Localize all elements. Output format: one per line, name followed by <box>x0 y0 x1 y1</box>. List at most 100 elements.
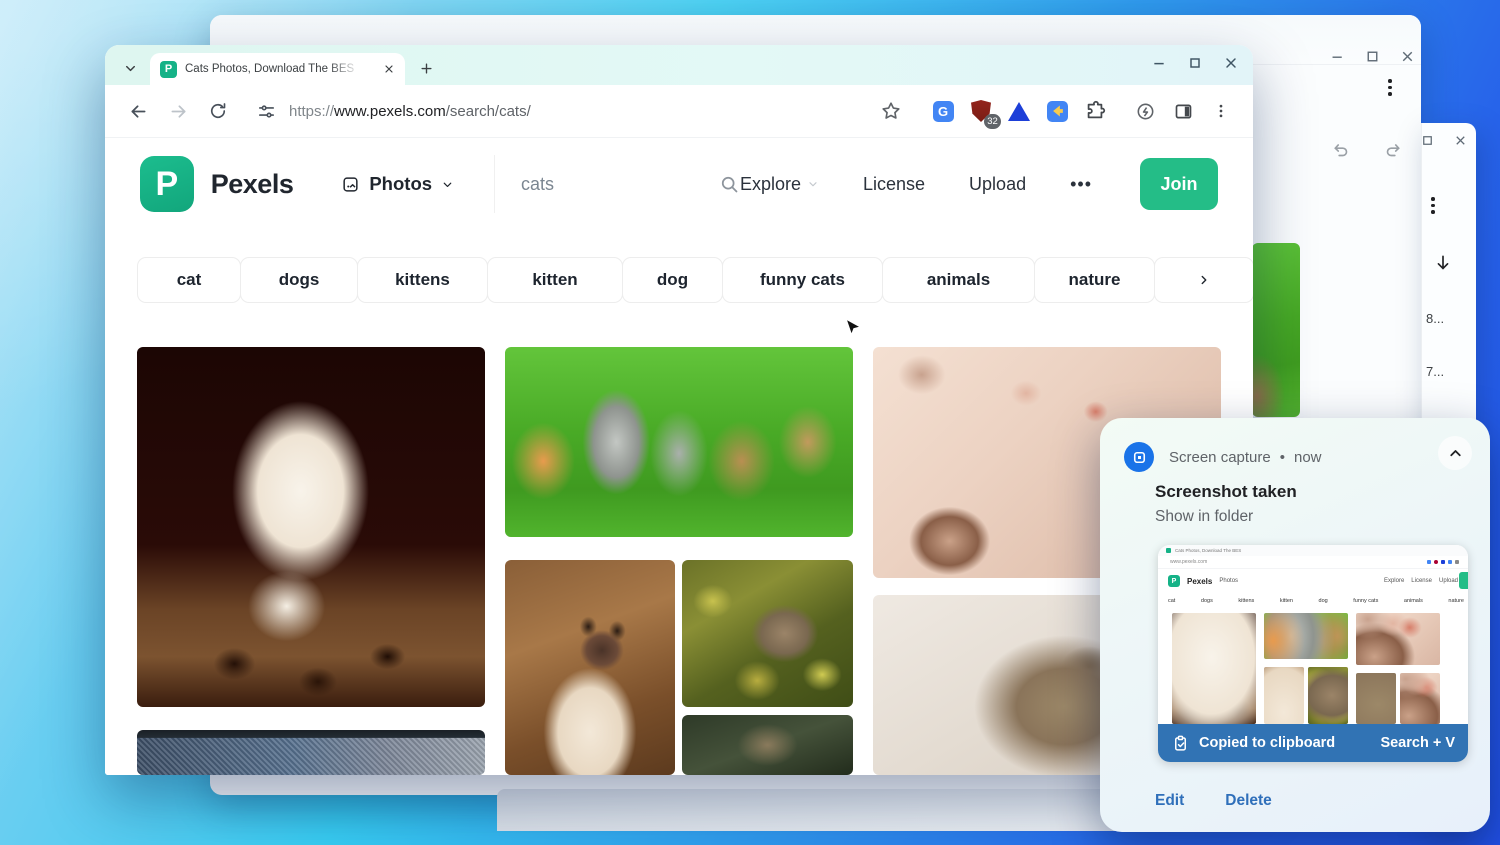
site-settings-icon[interactable] <box>249 94 283 128</box>
delete-button[interactable]: Delete <box>1225 792 1272 810</box>
tab-close-icon[interactable] <box>383 63 395 75</box>
mini-brand: Pexels <box>1187 577 1212 586</box>
reload-icon[interactable] <box>201 94 235 128</box>
tab-search-chevron-icon[interactable] <box>115 53 145 83</box>
search-input[interactable]: cats <box>494 155 740 213</box>
mouse-cursor-icon <box>845 318 862 340</box>
minimize-icon[interactable] <box>1147 51 1171 75</box>
tag-pill[interactable]: kitten <box>487 257 623 303</box>
screenshot-thumbnail[interactable]: Cats Photos, Download The BES www.pexels… <box>1158 545 1468 762</box>
pexels-favicon: P <box>160 61 177 78</box>
tag-pill[interactable]: cat <box>137 257 241 303</box>
collapse-chevron-icon[interactable] <box>1438 436 1472 470</box>
search-icon[interactable] <box>719 174 740 195</box>
photo-denim-fabric[interactable] <box>137 730 485 775</box>
close-icon[interactable] <box>1396 45 1418 67</box>
tab-strip: P Cats Photos, Download The BES <box>105 45 1253 85</box>
photo-kittens-grass[interactable] <box>505 347 853 537</box>
nav-explore-label: Explore <box>740 174 801 195</box>
tag-pill[interactable]: nature <box>1034 257 1155 303</box>
desktop: 8... 7... P Cats Photos, Download The BE… <box>0 0 1500 845</box>
download-arrow-icon <box>1433 253 1453 273</box>
url-domain: www.pexels.com <box>334 103 446 120</box>
nav-more-icon[interactable]: ••• <box>1070 174 1092 195</box>
photo-grass-partial <box>1252 243 1300 417</box>
performance-icon[interactable] <box>1129 95 1161 127</box>
new-tab-icon[interactable] <box>411 53 441 83</box>
photo-tabby-dark[interactable] <box>682 715 853 775</box>
pexels-page: P Pexels Photos cats Explore Licens <box>105 138 1253 775</box>
pexels-header: P Pexels Photos cats Explore Licens <box>140 155 1218 213</box>
nav-upload-label: Upload <box>969 174 1026 195</box>
browser-menu-kebab-icon[interactable] <box>1205 95 1237 127</box>
browser-toolbar: https://www.pexels.com/search/cats/ G 32 <box>105 85 1253 138</box>
notification-source: Screen capture <box>1169 449 1271 466</box>
tag-pill[interactable]: animals <box>882 257 1035 303</box>
clipboard-label: Copied to clipboard <box>1199 735 1335 751</box>
maximize-icon[interactable] <box>1183 51 1207 75</box>
thumbnail-mini-browser: Cats Photos, Download The BES www.pexels… <box>1158 545 1468 724</box>
url-scheme: https:// <box>289 103 334 120</box>
tab-title: Cats Photos, Download The BES <box>185 63 360 75</box>
nav-license-label: License <box>863 174 925 195</box>
maximize-icon[interactable] <box>1361 45 1383 67</box>
tag-pill[interactable]: dogs <box>240 257 358 303</box>
menu-kebab-icon[interactable] <box>1431 197 1435 214</box>
back-icon[interactable] <box>121 94 155 128</box>
mini-photos: Photos <box>1219 578 1238 584</box>
nav-upload[interactable]: Upload <box>969 174 1026 195</box>
copied-to-clipboard-bar: Copied to clipboard Search + V <box>1158 724 1468 762</box>
screen-capture-icon <box>1124 442 1154 472</box>
close-icon[interactable] <box>1219 51 1243 75</box>
nav-more-label: ••• <box>1070 174 1092 195</box>
mini-upload: Upload <box>1439 578 1458 584</box>
mini-license: License <box>1411 578 1432 584</box>
translate-extension-icon[interactable]: G <box>927 95 959 127</box>
arrow-extension-icon[interactable] <box>1041 95 1073 127</box>
search-value: cats <box>521 174 719 195</box>
tag-pill[interactable]: kittens <box>357 257 488 303</box>
browser-tab[interactable]: P Cats Photos, Download The BES <box>150 53 405 85</box>
side-panel-icon[interactable] <box>1167 95 1199 127</box>
tag-pill[interactable]: funny cats <box>722 257 883 303</box>
mini-explore: Explore <box>1384 578 1404 584</box>
extensions-puzzle-icon[interactable] <box>1079 95 1111 127</box>
photo-cat-in-leaves[interactable] <box>682 560 853 707</box>
show-in-folder-link[interactable]: Show in folder <box>1155 508 1253 526</box>
mini-url: www.pexels.com <box>1170 559 1424 565</box>
undo-icon[interactable] <box>1330 139 1352 161</box>
tags-scroll-right-icon[interactable] <box>1154 257 1253 303</box>
join-button[interactable]: Join <box>1140 158 1218 210</box>
browser-window: P Cats Photos, Download The BES <box>105 45 1253 775</box>
brand-name[interactable]: Pexels <box>211 169 294 200</box>
clipboard-shortcut: Search + V <box>1380 735 1455 751</box>
photo-siamese-kitten[interactable] <box>505 560 675 775</box>
nav-explore[interactable]: Explore <box>740 174 819 195</box>
url-path: /search/cats/ <box>446 103 531 120</box>
redo-icon[interactable] <box>1382 139 1404 161</box>
minimize-icon[interactable] <box>1326 45 1348 67</box>
adblock-badge: 32 <box>984 114 1001 129</box>
photo-white-kitten[interactable] <box>137 347 485 707</box>
nav-license[interactable]: License <box>863 174 925 195</box>
media-type-dropdown[interactable]: Photos <box>341 173 454 195</box>
media-type-label: Photos <box>369 173 432 195</box>
pexels-logo[interactable]: P <box>140 156 194 212</box>
adblock-extension-icon[interactable]: 32 <box>965 95 997 127</box>
list-item[interactable]: 7... <box>1426 364 1444 379</box>
list-item[interactable]: 8... <box>1426 311 1444 326</box>
close-icon[interactable] <box>1453 133 1468 148</box>
notification-separator: • <box>1280 449 1285 466</box>
notification-time: now <box>1294 449 1322 466</box>
mini-tab-title: Cats Photos, Download The BES <box>1175 548 1241 553</box>
forward-icon[interactable] <box>161 94 195 128</box>
maximize-icon[interactable] <box>1420 133 1435 148</box>
bookmark-star-icon[interactable] <box>875 95 907 127</box>
triangle-extension-icon[interactable] <box>1003 95 1035 127</box>
tag-pill[interactable]: dog <box>622 257 723 303</box>
edit-button[interactable]: Edit <box>1155 792 1184 810</box>
address-bar[interactable]: https://www.pexels.com/search/cats/ <box>289 103 531 120</box>
notification-title: Screenshot taken <box>1155 482 1297 502</box>
menu-kebab-icon[interactable] <box>1388 79 1392 96</box>
clipboard-check-icon <box>1171 734 1190 753</box>
